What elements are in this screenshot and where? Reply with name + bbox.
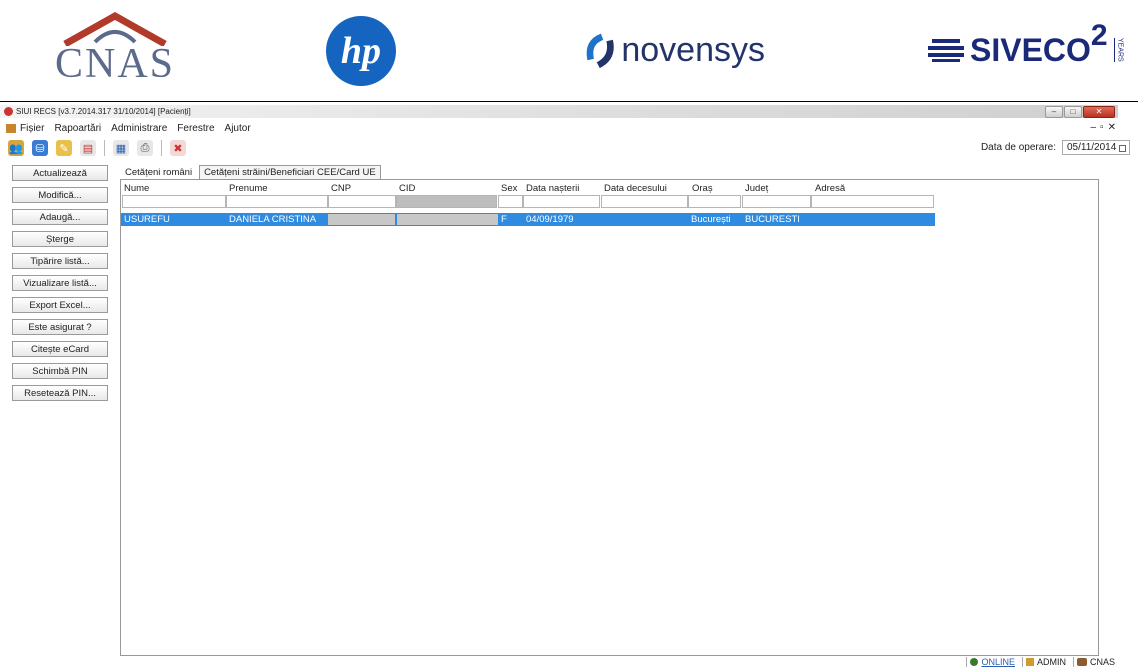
- table-row[interactable]: USUREFU DANIELA CRISTINA F 04/09/1979 Bu…: [121, 213, 935, 226]
- status-online[interactable]: ONLINE: [981, 657, 1015, 667]
- novensys-mark-icon: [586, 33, 614, 69]
- menu-bar: Fișier Rapoartări Administrare Ferestre …: [0, 120, 1130, 136]
- close-button[interactable]: ✕: [1083, 106, 1115, 118]
- read-ecard-button[interactable]: Citește eCard: [12, 341, 108, 357]
- window-titlebar[interactable]: SIUI RECS [v3.7.2014.317 31/10/2014] [Pa…: [0, 105, 1118, 118]
- maximize-button[interactable]: □: [1064, 106, 1082, 118]
- cell-adresa: [811, 213, 934, 226]
- window-title: SIUI RECS [v3.7.2014.317 31/10/2014] [Pa…: [16, 107, 191, 116]
- column-header-prenume[interactable]: Prenume: [229, 183, 268, 194]
- status-connection: ONLINE: [966, 657, 1018, 667]
- status-org-name: CNAS: [1089, 657, 1115, 667]
- siveco-mark-icon: [928, 39, 964, 62]
- cell-sex: F: [501, 214, 507, 225]
- users-icon[interactable]: 👥: [8, 140, 24, 156]
- siveco-logo-text: SIVECO: [970, 31, 1091, 68]
- change-pin-button[interactable]: Schimbă PIN: [12, 363, 108, 379]
- operation-date-label: Data de operare:: [980, 142, 1056, 153]
- cell-cid: [397, 214, 498, 225]
- status-bar: ONLINE ADMIN CNAS: [962, 657, 1118, 667]
- column-header-data-decesului[interactable]: Data decesului: [604, 183, 667, 194]
- siveco-years: YEARS: [1113, 38, 1124, 62]
- preview-list-button[interactable]: Vizualizare listă...: [12, 275, 108, 291]
- menu-ferestre[interactable]: Ferestre: [177, 123, 214, 134]
- action-panel: Actualizează Modifică... Adaugă... Șterg…: [12, 165, 112, 407]
- menu-rapoartari[interactable]: Rapoartări: [54, 123, 101, 134]
- toolbar-separator: [161, 140, 162, 156]
- column-header-judet[interactable]: Județ: [745, 183, 768, 194]
- status-user: ADMIN: [1021, 657, 1069, 667]
- operation-date-field[interactable]: 05/11/2014: [1062, 140, 1130, 155]
- app-menu-icon[interactable]: [6, 123, 16, 133]
- column-header-cid[interactable]: CID: [399, 183, 415, 194]
- column-header-adresa[interactable]: Adresă: [815, 183, 845, 194]
- column-header-oras[interactable]: Oraș: [692, 183, 713, 194]
- org-icon: [1076, 658, 1087, 666]
- hp-logo: hp: [326, 15, 398, 87]
- tab-foreign-citizens[interactable]: Cetățeni străini/Beneficiari CEE/Card UE: [199, 165, 381, 179]
- header-separator: [0, 101, 1138, 102]
- status-user-name: ADMIN: [1036, 657, 1066, 667]
- filter-sex[interactable]: [498, 195, 523, 208]
- column-header-data-nasterii[interactable]: Data nașterii: [526, 183, 579, 194]
- column-header-sex[interactable]: Sex: [501, 183, 517, 194]
- app-icon: [4, 107, 13, 116]
- filter-judet[interactable]: [742, 195, 811, 208]
- cnas-logo-text: CNAS: [54, 41, 176, 87]
- delete-button[interactable]: Șterge: [12, 231, 108, 247]
- check-insured-button[interactable]: Este asigurat ?: [12, 319, 108, 335]
- reset-pin-button[interactable]: Resetează PIN...: [12, 385, 108, 401]
- minimize-button[interactable]: –: [1045, 106, 1063, 118]
- refresh-button[interactable]: Actualizează: [12, 165, 108, 181]
- window-controls: – □ ✕: [1045, 106, 1115, 118]
- cell-nume: USUREFU: [124, 214, 170, 225]
- document-icon[interactable]: ▦: [113, 140, 129, 156]
- user-icon: [1025, 658, 1034, 666]
- filter-oras[interactable]: [688, 195, 741, 208]
- novensys-logo: novensys: [585, 10, 765, 90]
- menu-administrare[interactable]: Administrare: [111, 123, 167, 134]
- filter-adresa[interactable]: [811, 195, 934, 208]
- mdi-controls[interactable]: –▫✕: [1091, 122, 1121, 133]
- cell-data-nasterii: 04/09/1979: [526, 214, 574, 225]
- column-header-cnp[interactable]: CNP: [331, 183, 351, 194]
- filter-cnp[interactable]: [328, 195, 396, 208]
- print-list-button[interactable]: Tipărire listă...: [12, 253, 108, 269]
- cnas-logo: CNAS: [30, 10, 200, 90]
- column-header-nume[interactable]: Nume: [124, 183, 149, 194]
- menu-ajutor[interactable]: Ajutor: [225, 123, 251, 134]
- patients-grid: Nume Prenume CNP CID Sex Data nașterii D…: [120, 179, 1099, 656]
- filter-cid[interactable]: [396, 195, 497, 208]
- export-excel-button[interactable]: Export Excel...: [12, 297, 108, 313]
- database-icon[interactable]: ⛁: [32, 140, 48, 156]
- tab-bar: Cetățeni români Cetățeni străini/Benefic…: [120, 165, 383, 179]
- cell-data-decesului: [601, 213, 688, 226]
- report-icon[interactable]: ▤: [80, 140, 96, 156]
- tab-romanian-citizens[interactable]: Cetățeni români: [120, 165, 198, 179]
- filter-prenume[interactable]: [226, 195, 328, 208]
- menu-fisier[interactable]: Fișier: [20, 123, 44, 134]
- partner-logos: CNAS hp novensys SIVECO 2 YEARS: [0, 0, 1138, 100]
- operation-date: Data de operare: 05/11/2014: [981, 140, 1130, 155]
- status-org: CNAS: [1072, 657, 1118, 667]
- siveco-anniversary: 2: [1090, 19, 1108, 52]
- cell-judet: BUCURESTI: [745, 214, 800, 225]
- hp-logo-text: hp: [326, 16, 396, 86]
- toolbar: 👥 ⛁ ✎ ▤ ▦ ⎙ ✖ Data de operare: 05/11/201…: [0, 137, 1134, 159]
- folder-icon[interactable]: ✎: [56, 140, 72, 156]
- filter-data-decesului[interactable]: [601, 195, 688, 208]
- edit-button[interactable]: Modifică...: [12, 187, 108, 203]
- cell-cnp: [328, 214, 395, 225]
- novensys-logo-text: novensys: [621, 30, 765, 69]
- cell-oras: București: [691, 214, 731, 225]
- filter-nume[interactable]: [122, 195, 226, 208]
- cell-prenume: DANIELA CRISTINA: [229, 214, 317, 225]
- add-button[interactable]: Adaugă...: [12, 209, 108, 225]
- online-icon: [970, 658, 979, 666]
- exit-icon[interactable]: ✖: [170, 140, 186, 156]
- toolbar-separator: [104, 140, 105, 156]
- print-icon[interactable]: ⎙: [137, 140, 153, 156]
- filter-data-nasterii[interactable]: [523, 195, 600, 208]
- siveco-logo: SIVECO 2 YEARS: [928, 10, 1128, 90]
